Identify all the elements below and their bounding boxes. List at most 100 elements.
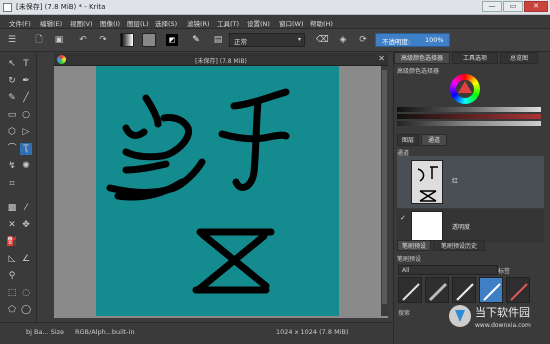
menu-layer[interactable]: 图层(L) bbox=[127, 18, 149, 28]
multibrush-icon[interactable]: ✺ bbox=[20, 160, 32, 172]
tab-overview[interactable]: 总览图 bbox=[500, 52, 538, 64]
toolbox: ↖ T ↻ ✒ ✎ ╱ ▭ ○ ⬡ ▷ ⌒ Ҭ ↯ ✺ ⌗ ▩ ⁄ ✕ ✥ ⛽ … bbox=[0, 52, 37, 322]
alpha-thumbnail bbox=[411, 211, 443, 241]
scrollbar-thumb[interactable] bbox=[382, 70, 387, 304]
tab-brush-history[interactable]: 笔刷预设历史 bbox=[433, 240, 485, 251]
menu-help[interactable]: 帮助(H) bbox=[310, 18, 333, 28]
menu-file[interactable]: 文件(F) bbox=[9, 18, 31, 28]
polyline-tool-icon[interactable]: ▷ bbox=[20, 126, 32, 138]
vertical-scrollbar[interactable] bbox=[381, 66, 388, 316]
polygon-tool-icon[interactable]: ⬡ bbox=[6, 126, 18, 138]
colorize-mask-icon[interactable]: ✥ bbox=[20, 219, 32, 231]
ellipse-tool-icon[interactable]: ○ bbox=[20, 109, 32, 121]
redo-icon[interactable]: ↷ bbox=[97, 34, 109, 46]
opacity-slider[interactable]: 不透明度: 100% bbox=[375, 33, 450, 47]
save-icon[interactable]: ▣ bbox=[53, 34, 65, 46]
visibility-check-icon[interactable]: ✓ bbox=[400, 214, 406, 222]
close-document-icon[interactable]: ✕ bbox=[378, 54, 385, 63]
freehand-select-icon[interactable]: ◯ bbox=[20, 304, 32, 316]
fill-tool-icon[interactable]: ⛽ bbox=[6, 236, 18, 248]
menu-window[interactable]: 窗口(W) bbox=[279, 18, 304, 28]
rectangle-tool-icon[interactable]: ▭ bbox=[6, 109, 18, 121]
menu-tools[interactable]: 工具(T) bbox=[217, 18, 239, 28]
title-bar: [未保存] (7.8 MiB) * - Krita — ▭ ✕ bbox=[0, 0, 550, 15]
watermark-text: 当下软件园 bbox=[475, 305, 530, 319]
history-swatches[interactable] bbox=[397, 121, 541, 126]
select-shapes-icon[interactable]: ↖ bbox=[6, 58, 18, 70]
status-brush: bj Ba... Size bbox=[26, 328, 65, 336]
document-tab[interactable]: [未保存] (7.8 MiB) ✕ bbox=[54, 53, 388, 66]
chevron-down-icon: ▾ bbox=[297, 36, 301, 43]
tab-advanced-color-selector[interactable]: 高级颜色选择器 bbox=[394, 52, 450, 64]
value-slider[interactable] bbox=[397, 107, 541, 112]
bezier-tool-icon[interactable]: ⌒ bbox=[6, 143, 18, 155]
crop-tool-icon[interactable]: ⌗ bbox=[6, 178, 18, 190]
assistant-tool-icon[interactable]: ◺ bbox=[6, 253, 18, 265]
canvas-image[interactable] bbox=[96, 66, 339, 316]
watermark-logo: 当下软件园 www.downxia.com bbox=[448, 296, 550, 336]
edit-shapes-icon[interactable]: ↻ bbox=[6, 75, 18, 87]
menu-bar: 文件(F) 编辑(E) 视图(V) 图像(I) 图层(L) 选择(S) 滤镜(R… bbox=[0, 15, 550, 29]
smart-patch-icon[interactable]: ✕ bbox=[6, 219, 18, 231]
reload-preset-icon[interactable]: ⟳ bbox=[357, 34, 369, 46]
brush-preset[interactable] bbox=[398, 277, 422, 303]
freehand-brush-icon[interactable]: ✎ bbox=[6, 92, 18, 104]
brush-filter-select[interactable]: All bbox=[398, 265, 498, 275]
menu-select[interactable]: 选择(S) bbox=[155, 18, 177, 28]
brush-editor-icon[interactable]: ▤ bbox=[212, 34, 224, 46]
maximize-button[interactable]: ▭ bbox=[503, 1, 523, 12]
menu-settings[interactable]: 设置(N) bbox=[247, 18, 270, 28]
tab-brush-presets[interactable]: 笔刷预设 bbox=[397, 240, 431, 251]
brush-presets-title: 笔刷预设 bbox=[397, 256, 422, 263]
brush-filter-value: All bbox=[402, 267, 410, 274]
ellipse-select-icon[interactable]: ◌ bbox=[20, 287, 32, 299]
document-tab-label: [未保存] (7.8 MiB) bbox=[195, 58, 247, 65]
opacity-label: 不透明度: bbox=[382, 38, 411, 46]
channel-thumbnail bbox=[411, 160, 443, 204]
channel-name-alpha: 透明度 bbox=[452, 224, 471, 231]
minimize-button[interactable]: — bbox=[482, 1, 502, 12]
freehand-path-icon[interactable]: Ҭ bbox=[20, 143, 32, 155]
pattern-swatch[interactable] bbox=[142, 33, 156, 47]
rect-select-icon[interactable]: ⬚ bbox=[6, 287, 18, 299]
color-wheel[interactable] bbox=[450, 74, 480, 104]
brush-preset-icon[interactable]: ✎ bbox=[190, 34, 202, 46]
watermark-url: www.downxia.com bbox=[475, 322, 531, 329]
polygon-select-icon[interactable]: ⬠ bbox=[6, 304, 18, 316]
calligraphy-icon[interactable]: ✒ bbox=[20, 75, 32, 87]
close-button[interactable]: ✕ bbox=[524, 1, 548, 12]
main-toolbar: ☰ 🗋 ▣ ↶ ↷ ◩ ✎ ▤ 正常 ▾ ⌫ ◈ ⟳ 不透明度: 100% bbox=[0, 29, 550, 52]
new-document-icon[interactable]: 🗋 bbox=[33, 34, 45, 46]
krita-app-icon bbox=[3, 3, 12, 12]
blend-mode-value: 正常 bbox=[234, 38, 247, 46]
menu-image[interactable]: 图像(I) bbox=[100, 18, 120, 28]
brush-preset[interactable] bbox=[425, 277, 449, 303]
menu-view[interactable]: 视图(V) bbox=[70, 18, 93, 28]
channel-name-red: 红 bbox=[452, 178, 459, 185]
menu-toggle-icon[interactable]: ☰ bbox=[6, 34, 18, 46]
reference-tool-icon[interactable]: ⚲ bbox=[6, 270, 18, 282]
status-image-size: 1024 x 1024 (7.8 MiB) bbox=[276, 328, 349, 336]
text-tool-icon[interactable]: T bbox=[20, 58, 32, 70]
saturation-slider[interactable] bbox=[397, 114, 541, 119]
color-picker-icon[interactable]: ⁄ bbox=[20, 202, 32, 214]
tag-label[interactable]: 标签 bbox=[498, 266, 510, 275]
gradient-tool-icon[interactable]: ▩ bbox=[6, 202, 18, 214]
line-tool-icon[interactable]: ╱ bbox=[20, 92, 32, 104]
eraser-icon[interactable]: ⌫ bbox=[316, 34, 329, 46]
tab-tool-options[interactable]: 工具选项 bbox=[452, 52, 498, 64]
dynamic-brush-icon[interactable]: ↯ bbox=[6, 160, 18, 172]
menu-edit[interactable]: 编辑(E) bbox=[40, 18, 62, 28]
menu-filter[interactable]: 滤镜(R) bbox=[187, 18, 210, 28]
undo-icon[interactable]: ↶ bbox=[77, 34, 89, 46]
tab-layers[interactable]: 图层 bbox=[397, 134, 419, 146]
gradient-swatch[interactable] bbox=[120, 33, 134, 47]
color-triangle[interactable] bbox=[458, 81, 472, 93]
status-bar: bj Ba... Size RGB/Alph...built-in 1024 x… bbox=[0, 322, 395, 344]
alpha-lock-icon[interactable]: ◈ bbox=[337, 34, 349, 46]
fg-bg-color-icon[interactable]: ◩ bbox=[166, 34, 178, 46]
blend-mode-select[interactable]: 正常 ▾ bbox=[229, 33, 305, 47]
measure-tool-icon[interactable]: ∠ bbox=[20, 253, 32, 265]
tab-channels[interactable]: 通道 bbox=[421, 134, 447, 146]
layer-dock-tabs: 图层 通道 bbox=[394, 134, 550, 146]
